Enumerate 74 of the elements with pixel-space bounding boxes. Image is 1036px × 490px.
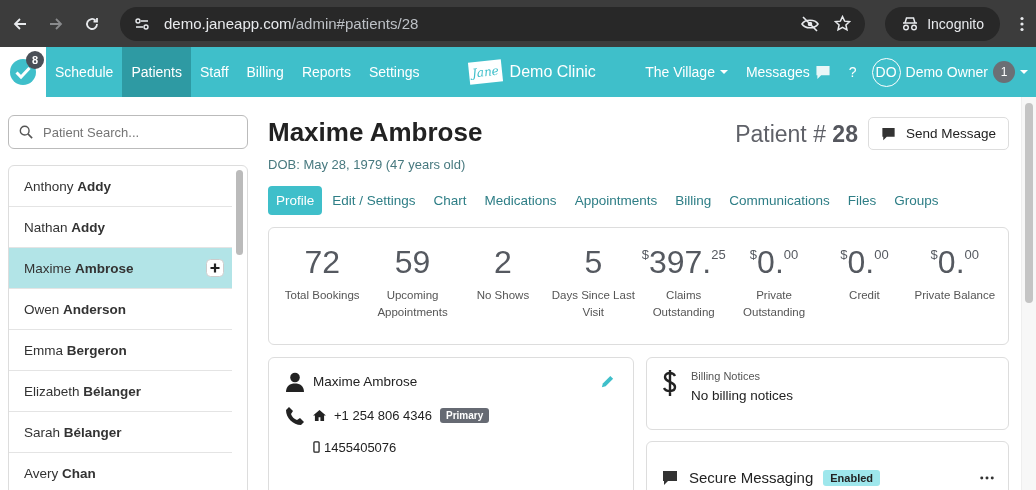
stat-value: 2 bbox=[494, 244, 512, 281]
check-circle-icon bbox=[9, 58, 37, 86]
patient-number: Patient # 28 bbox=[735, 121, 858, 148]
patient-list-item[interactable]: Emma Bergeron bbox=[9, 330, 232, 371]
stat-label: Credit bbox=[849, 288, 880, 303]
jane-logo: Jane bbox=[467, 59, 503, 85]
stat-amount: $^{$}$397.$^{25}$ bbox=[641, 244, 726, 281]
stat-label: Days Since Last Visit bbox=[550, 288, 636, 321]
chat-bubble-icon bbox=[814, 64, 831, 80]
dollar-icon bbox=[663, 369, 677, 396]
scrollbar-thumb[interactable] bbox=[236, 170, 243, 255]
stat-label: No Shows bbox=[476, 288, 530, 303]
stat-label: Private Balance bbox=[914, 288, 996, 303]
profile-tab[interactable]: Groups bbox=[886, 186, 947, 215]
primary-badge: Primary bbox=[439, 408, 490, 423]
profile-tab[interactable]: Files bbox=[839, 186, 885, 215]
address-bar[interactable]: demo.janeapp.com/admin#patients/28 bbox=[120, 6, 866, 41]
stat-label: Upcoming Appointments bbox=[376, 288, 449, 321]
patient-search-field[interactable]: Patient Search... bbox=[8, 115, 248, 149]
date-of-birth: DOB: May 28, 1979 (47 years old) bbox=[268, 157, 467, 172]
more-icon[interactable] bbox=[980, 475, 994, 480]
stat-label: Private Outstanding bbox=[742, 288, 807, 321]
person-icon bbox=[285, 371, 305, 392]
card-title: Secure Messaging bbox=[689, 468, 814, 486]
stat-label: Claims Outstanding bbox=[651, 288, 716, 321]
more-icon[interactable] bbox=[1020, 15, 1024, 32]
patient-list-item[interactable]: Anthony Addy bbox=[9, 166, 232, 207]
site-settings-icon[interactable] bbox=[134, 15, 150, 32]
patient-list-item[interactable]: Maxime Ambrose bbox=[9, 248, 232, 289]
incognito-button[interactable]: Incognito bbox=[885, 6, 1000, 41]
stat-amount: $^{$}$0.$^{00}$ bbox=[930, 244, 979, 281]
stat-value: 59 bbox=[394, 244, 431, 281]
chat-bubble-icon bbox=[880, 126, 896, 141]
url-text: demo.janeapp.com/admin#patients/28 bbox=[164, 15, 420, 32]
mobile-phone-icon bbox=[313, 441, 320, 453]
profile-tab[interactable]: Communications bbox=[721, 186, 838, 215]
profile-tab[interactable]: Appointments bbox=[566, 186, 666, 215]
forward-icon[interactable] bbox=[48, 15, 64, 32]
profile-tab[interactable]: Chart bbox=[425, 186, 475, 215]
eye-off-icon[interactable] bbox=[800, 15, 821, 32]
patient-list-item[interactable]: Avery Chan bbox=[9, 453, 232, 490]
count-badge: 1 bbox=[993, 61, 1015, 83]
billing-notice-text: No billing notices bbox=[691, 387, 794, 403]
back-icon[interactable] bbox=[12, 15, 28, 32]
plus-icon[interactable] bbox=[206, 259, 224, 277]
home-icon bbox=[313, 410, 326, 421]
patient-list-item[interactable]: Owen Anderson bbox=[9, 289, 232, 330]
profile-tab[interactable]: Medications bbox=[476, 186, 565, 215]
clinic-name: Demo Clinic bbox=[509, 63, 596, 81]
stat-value: 5 bbox=[584, 244, 603, 281]
profile-tab[interactable]: Billing bbox=[667, 186, 720, 215]
mobile-phone: 1455405076 bbox=[324, 439, 397, 455]
patient-list-item[interactable]: Elizabeth Bélanger bbox=[9, 371, 232, 412]
star-icon[interactable] bbox=[834, 15, 852, 32]
home-phone: +1 254 806 4346 bbox=[334, 408, 432, 423]
reload-icon[interactable] bbox=[84, 15, 100, 32]
stat-value: 72 bbox=[304, 244, 340, 281]
chat-bubble-icon bbox=[661, 469, 679, 486]
phone-icon bbox=[285, 405, 305, 426]
profile-tab[interactable]: Edit / Settings bbox=[324, 186, 424, 215]
send-message-button[interactable]: Send Message bbox=[867, 117, 1009, 150]
patient-list-item[interactable]: Sarah Bélanger bbox=[9, 412, 232, 453]
stat-label: Total Bookings bbox=[284, 288, 360, 303]
status-badge: Enabled bbox=[823, 469, 881, 486]
notification-badge: 8 bbox=[26, 51, 44, 69]
contact-name: Maxime Ambrose bbox=[313, 374, 418, 389]
check-logo-tile[interactable]: 8 bbox=[0, 47, 46, 97]
stat-amount: $^{$}$0.$^{00}$ bbox=[749, 244, 799, 281]
nav-tab[interactable]: Patients bbox=[122, 47, 191, 97]
page-scrollbar-thumb[interactable] bbox=[1025, 103, 1033, 303]
stat-amount: $^{$}$0.$^{00}$ bbox=[840, 244, 889, 281]
card-title: Billing Notices bbox=[691, 369, 762, 382]
incognito-icon bbox=[901, 16, 920, 31]
patient-name: Maxime Ambrose bbox=[268, 117, 483, 148]
